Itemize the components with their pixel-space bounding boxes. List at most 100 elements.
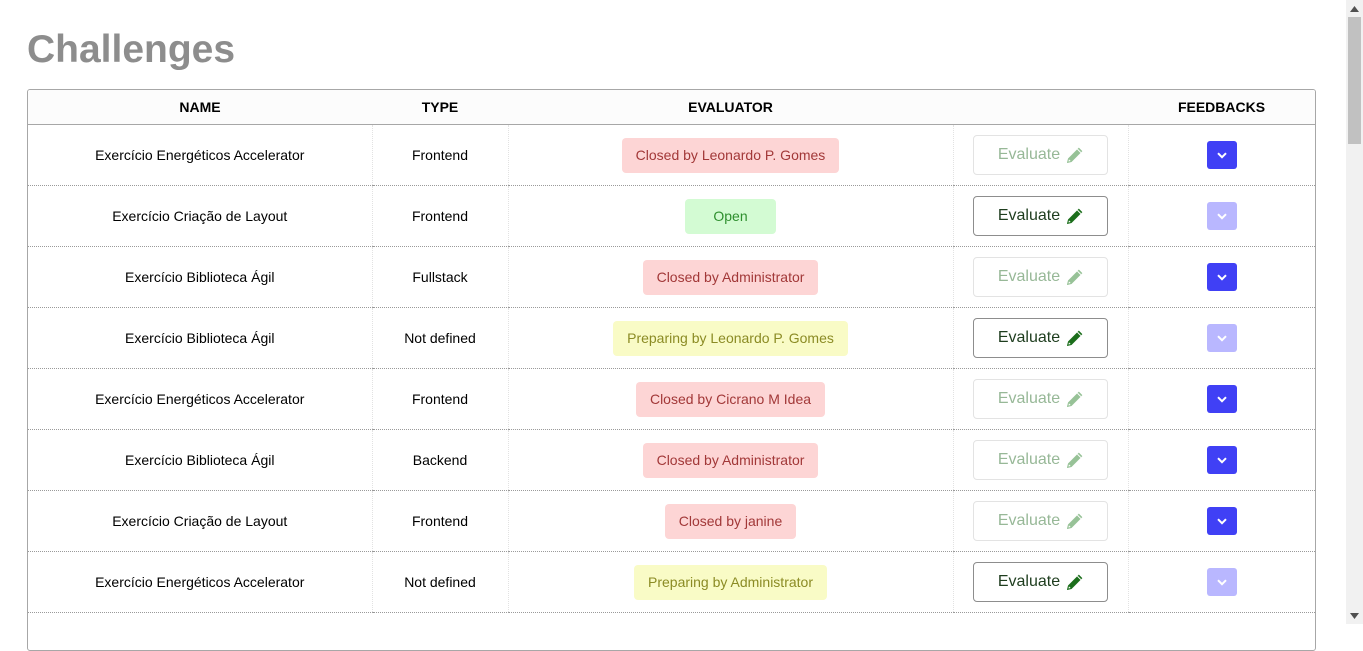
chevron-down-icon — [1217, 151, 1227, 159]
challenge-name: Exercício Criação de Layout — [28, 185, 372, 247]
challenge-type: Frontend — [371, 368, 508, 430]
challenges-table-container: NAME TYPE EVALUATOR FEEDBACKS Exercício … — [27, 89, 1316, 651]
chevron-down-icon — [1217, 456, 1227, 464]
evaluator-cell: Closed by Administrator — [507, 429, 953, 491]
pencil-icon — [1066, 391, 1083, 408]
chevron-down-icon — [1217, 273, 1227, 281]
challenge-name: Exercício Biblioteca Ágil — [28, 307, 372, 369]
challenge-name: Exercício Energéticos Accelerator — [28, 368, 372, 430]
evaluator-status-badge: Closed by Cicrano M Idea — [635, 381, 826, 417]
evaluator-cell: Closed by Administrator — [507, 246, 953, 308]
evaluate-cell: Evaluate — [952, 246, 1128, 308]
pencil-icon — [1066, 330, 1083, 347]
evaluator-cell: Closed by Cicrano M Idea — [507, 368, 953, 430]
chevron-down-icon — [1217, 578, 1227, 586]
table-row: Exercício Biblioteca Ágil Fullstack Closed… — [28, 246, 1315, 308]
chevron-down-icon — [1217, 212, 1227, 220]
evaluate-button[interactable]: Evaluate — [973, 196, 1108, 236]
feedback-cell — [1127, 490, 1315, 552]
challenge-type: Frontend — [371, 185, 508, 247]
evaluator-status-badge: Closed by Administrator — [642, 259, 819, 295]
evaluate-button-label: Evaluate — [997, 512, 1061, 529]
evaluator-status-badge: Closed by Administrator — [642, 442, 819, 478]
challenge-name: Exercício Biblioteca Ágil — [28, 429, 372, 491]
evaluate-cell: Evaluate — [952, 490, 1128, 552]
challenge-type: Frontend — [371, 124, 508, 186]
table-header-row: NAME TYPE EVALUATOR FEEDBACKS — [28, 90, 1315, 125]
chevron-down-icon — [1217, 334, 1227, 342]
header-type: TYPE — [372, 90, 508, 125]
chevron-down-icon — [1217, 395, 1227, 403]
feedback-cell — [1127, 124, 1315, 186]
evaluate-button[interactable]: Evaluate — [973, 257, 1108, 297]
evaluate-cell: Evaluate — [952, 124, 1128, 186]
feedback-toggle-button[interactable] — [1206, 324, 1237, 352]
table-row: Exercício Energéticos Accelerator Not def… — [28, 551, 1315, 613]
pencil-icon — [1066, 147, 1083, 164]
pencil-icon — [1066, 269, 1083, 286]
scroll-down-arrow-icon[interactable] — [1346, 607, 1363, 624]
challenge-type: Backend — [371, 429, 508, 491]
feedback-cell — [1127, 185, 1315, 247]
feedback-toggle-button[interactable] — [1206, 507, 1237, 535]
evaluate-button[interactable]: Evaluate — [973, 379, 1108, 419]
challenge-name: Exercício Biblioteca Ágil — [28, 246, 372, 308]
challenge-name: Exercício Criação de Layout — [28, 490, 372, 552]
feedback-toggle-button[interactable] — [1206, 385, 1237, 413]
evaluator-status-badge: Closed by Leonardo P. Gomes — [621, 137, 840, 173]
challenge-name: Exercício Energéticos Accelerator — [28, 551, 372, 613]
evaluate-button-label: Evaluate — [997, 573, 1061, 590]
evaluate-button-label: Evaluate — [997, 268, 1061, 285]
vertical-scrollbar[interactable] — [1346, 0, 1363, 624]
evaluate-button[interactable]: Evaluate — [973, 562, 1108, 602]
feedback-cell — [1127, 246, 1315, 308]
table-row: Exercício Energéticos Accelerator Fronten… — [28, 124, 1315, 186]
feedback-toggle-button[interactable] — [1206, 568, 1237, 596]
evaluator-cell: Preparing by Leonardo P. Gomes — [507, 307, 953, 369]
pencil-icon — [1066, 574, 1083, 591]
evaluate-button-label: Evaluate — [997, 207, 1061, 224]
scrollbar-thumb[interactable] — [1348, 17, 1361, 144]
chevron-down-icon — [1217, 517, 1227, 525]
evaluate-button-label: Evaluate — [997, 451, 1061, 468]
evaluate-cell: Evaluate — [952, 429, 1128, 491]
pencil-icon — [1066, 208, 1083, 225]
feedback-toggle-button[interactable] — [1206, 202, 1237, 230]
challenge-type: Frontend — [371, 490, 508, 552]
evaluate-button[interactable]: Evaluate — [973, 135, 1108, 175]
evaluator-cell: Closed by Leonardo P. Gomes — [507, 124, 953, 186]
header-evaluator: EVALUATOR — [508, 90, 953, 125]
evaluate-button[interactable]: Evaluate — [973, 501, 1108, 541]
feedback-cell — [1127, 368, 1315, 430]
challenge-type: Not defined — [371, 307, 508, 369]
evaluate-button-label: Evaluate — [997, 390, 1061, 407]
evaluator-status-badge: Preparing by Administrator — [634, 564, 827, 600]
evaluator-status-badge: Open — [685, 198, 776, 234]
evaluate-cell: Evaluate — [952, 551, 1128, 613]
evaluate-button-label: Evaluate — [997, 146, 1061, 163]
evaluate-cell: Evaluate — [952, 368, 1128, 430]
challenge-type: Not defined — [371, 551, 508, 613]
feedback-cell — [1127, 429, 1315, 491]
table-row: Exercício Biblioteca Ágil Not defined Prep… — [28, 307, 1315, 369]
evaluate-button[interactable]: Evaluate — [973, 440, 1108, 480]
evaluator-cell: Open — [507, 185, 953, 247]
table-row: Exercício Criação de Layout Frontend Open E… — [28, 185, 1315, 247]
feedback-toggle-button[interactable] — [1206, 446, 1237, 474]
pencil-icon — [1066, 513, 1083, 530]
challenge-type: Fullstack — [371, 246, 508, 308]
evaluator-status-badge: Preparing by Leonardo P. Gomes — [613, 320, 848, 356]
challenge-name: Exercício Energéticos Accelerator — [28, 124, 372, 186]
feedback-toggle-button[interactable] — [1206, 263, 1237, 291]
evaluator-cell: Preparing by Administrator — [507, 551, 953, 613]
page-title: Challenges — [27, 28, 236, 71]
table-row: Exercício Biblioteca Ágil Backend Closed b… — [28, 429, 1315, 491]
header-actions — [953, 90, 1128, 125]
challenges-table: NAME TYPE EVALUATOR FEEDBACKS Exercício … — [28, 90, 1315, 613]
scroll-up-arrow-icon[interactable] — [1346, 0, 1363, 17]
feedback-cell — [1127, 551, 1315, 613]
evaluate-cell: Evaluate — [952, 307, 1128, 369]
feedback-toggle-button[interactable] — [1206, 141, 1237, 169]
evaluate-button-label: Evaluate — [997, 329, 1061, 346]
evaluate-button[interactable]: Evaluate — [973, 318, 1108, 358]
